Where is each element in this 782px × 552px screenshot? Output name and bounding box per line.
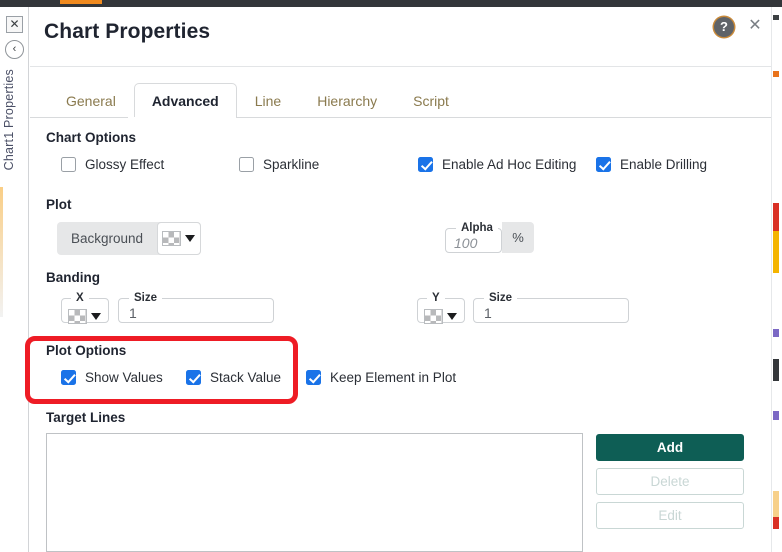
checkbox-enable-drilling[interactable]: Enable Drilling: [596, 157, 707, 172]
tab-general[interactable]: General: [48, 83, 134, 118]
rail-accent-strip: [0, 187, 3, 317]
banding-x-size-legend: Size: [134, 292, 158, 304]
color-swatch-icon: [68, 308, 87, 324]
banding-x-color-group: X: [61, 292, 109, 324]
banding-y-size-group: Size: [473, 292, 629, 323]
tab-advanced[interactable]: Advanced: [133, 83, 237, 118]
sparkline-checkbox[interactable]: [239, 157, 254, 172]
glossy-effect-label: Glossy Effect: [85, 157, 165, 172]
target-lines-heading: Target Lines: [46, 410, 126, 425]
color-swatch-icon: [424, 308, 443, 324]
plot-background-control[interactable]: Background: [57, 222, 202, 255]
plot-background-label: Background: [71, 231, 144, 246]
banding-x-size-input[interactable]: [119, 304, 273, 322]
stack-value-checkbox[interactable]: [186, 370, 201, 385]
banding-x-legend: X: [76, 292, 84, 304]
checkbox-enable-ad-hoc-editing[interactable]: Enable Ad Hoc Editing: [418, 157, 576, 172]
close-icon[interactable]: ✕: [6, 16, 23, 33]
background-content-strip: [771, 7, 782, 552]
banding-y-color-picker[interactable]: [418, 304, 464, 328]
show-values-checkbox[interactable]: [61, 370, 76, 385]
sparkline-label: Sparkline: [263, 157, 320, 172]
enable-drilling-label: Enable Drilling: [620, 157, 708, 172]
glossy-effect-checkbox[interactable]: [61, 157, 76, 172]
stack-value-label: Stack Value: [210, 370, 282, 385]
chart-options-heading: Chart Options: [46, 130, 136, 145]
plot-options-heading: Plot Options: [46, 343, 127, 358]
target-lines-list[interactable]: [46, 433, 583, 552]
banding-heading: Banding: [46, 270, 100, 285]
plot-heading: Plot: [46, 197, 72, 212]
keep-element-in-plot-checkbox[interactable]: [306, 370, 321, 385]
checkbox-keep-element-in-plot[interactable]: Keep Element in Plot: [306, 370, 456, 385]
topbar-accent-tab: [60, 0, 102, 4]
show-values-label: Show Values: [85, 370, 163, 385]
banding-y-legend: Y: [432, 292, 440, 304]
alpha-legend: Alpha: [461, 222, 493, 234]
alpha-percent-suffix: %: [502, 222, 534, 253]
chevron-down-icon: [91, 312, 101, 320]
chart-properties-dialog: ✕ ‹ Chart1 Properties Chart Properties ?…: [0, 0, 782, 552]
tab-bar: General Advanced Line Hierarchy Script: [48, 83, 467, 118]
color-swatch-icon: [162, 231, 182, 246]
header-divider: [30, 66, 782, 67]
checkbox-show-values[interactable]: Show Values: [61, 370, 163, 385]
chevron-left-icon[interactable]: ‹: [5, 40, 24, 59]
delete-button: Delete: [596, 468, 744, 495]
left-rail: ✕ ‹ Chart1 Properties: [0, 7, 29, 552]
checkbox-stack-value[interactable]: Stack Value: [186, 370, 281, 385]
tab-hierarchy[interactable]: Hierarchy: [299, 83, 395, 118]
chevron-down-icon: [185, 235, 196, 242]
keep-element-in-plot-label: Keep Element in Plot: [330, 370, 457, 385]
banding-x-color-picker[interactable]: [62, 304, 108, 328]
enable-drilling-checkbox[interactable]: [596, 157, 611, 172]
alpha-input[interactable]: [446, 234, 501, 252]
alpha-field-group: Alpha: [445, 222, 502, 253]
tab-line[interactable]: Line: [237, 83, 299, 118]
enable-ad-hoc-editing-label: Enable Ad Hoc Editing: [442, 157, 577, 172]
banding-y-size-input[interactable]: [474, 304, 628, 322]
app-topbar: [0, 0, 782, 7]
banding-y-size-legend: Size: [489, 292, 513, 304]
banding-y-color-group: Y: [417, 292, 465, 324]
page-title: Chart Properties: [44, 20, 211, 43]
plot-background-color-picker[interactable]: [157, 222, 202, 255]
chevron-down-icon: [447, 312, 457, 320]
dialog-close-icon[interactable]: ✕: [746, 17, 764, 35]
rail-vertical-label: Chart1 Properties: [2, 69, 16, 171]
checkbox-sparkline[interactable]: Sparkline: [239, 157, 319, 172]
banding-x-size-group: Size: [118, 292, 274, 323]
add-button[interactable]: Add: [596, 434, 744, 461]
enable-ad-hoc-editing-checkbox[interactable]: [418, 157, 433, 172]
checkbox-glossy-effect[interactable]: Glossy Effect: [61, 157, 164, 172]
help-icon[interactable]: ?: [714, 17, 734, 37]
active-tab-mask: [128, 117, 215, 119]
tab-script[interactable]: Script: [395, 83, 467, 118]
edit-button: Edit: [596, 502, 744, 529]
